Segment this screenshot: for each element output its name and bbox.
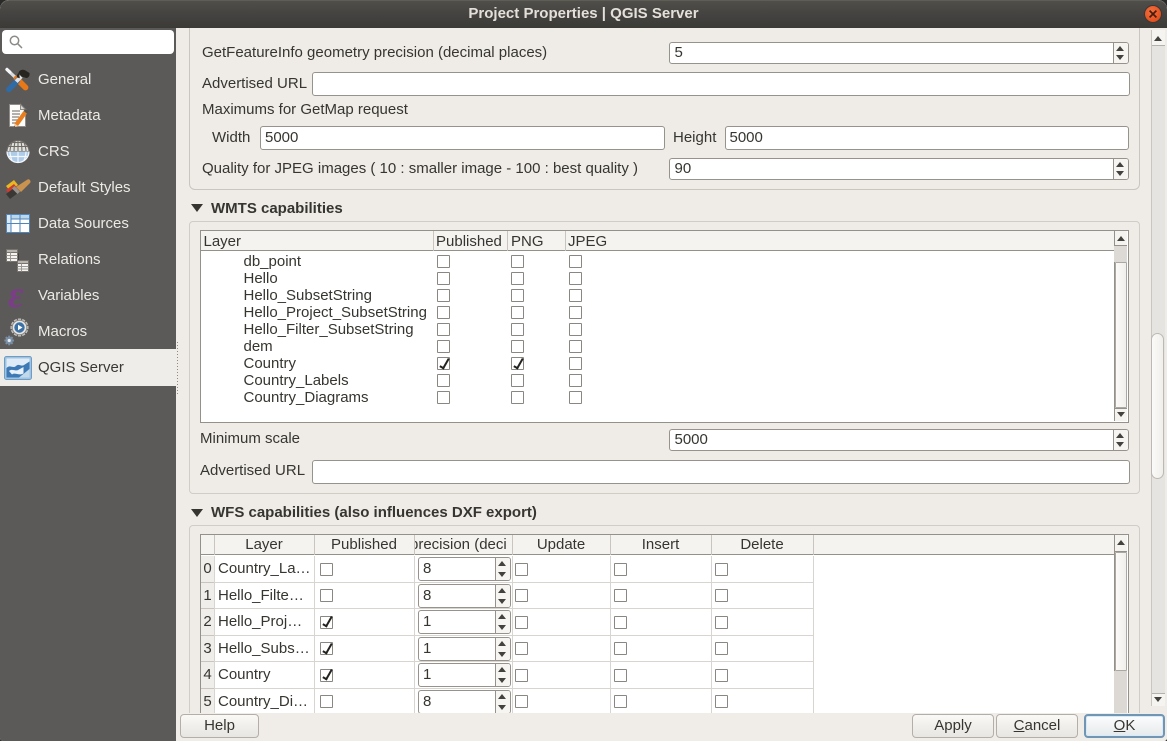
svg-text:ε: ε: [8, 274, 24, 316]
